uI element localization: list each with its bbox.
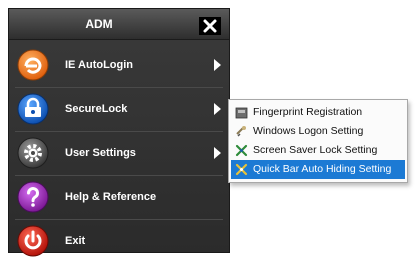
adm-menu-window: ADM IE AutoLogin SecureLock User Setting… (8, 8, 231, 257)
window-title: ADM (85, 17, 113, 31)
submenu-item-windows-logon-setting[interactable]: Windows Logon Setting (231, 122, 405, 141)
menu-item-securelock[interactable]: SecureLock (9, 88, 231, 130)
screen-saver-lock-icon (235, 144, 248, 157)
submenu-item-label: Screen Saver Lock Setting (253, 144, 378, 156)
help-icon (17, 181, 49, 213)
submenu-item-quick-bar-auto-hiding-setting[interactable]: Quick Bar Auto Hiding Setting (231, 160, 405, 179)
lock-icon (17, 93, 49, 125)
globe-icon (17, 49, 49, 81)
menu-item-ie-autologin[interactable]: IE AutoLogin (9, 44, 231, 86)
close-icon (203, 19, 217, 33)
menu-item-help-reference[interactable]: Help & Reference (9, 176, 231, 218)
menu-item-label: Exit (65, 235, 86, 247)
submenu-item-screen-saver-lock-setting[interactable]: Screen Saver Lock Setting (231, 141, 405, 160)
submenu-item-label: Quick Bar Auto Hiding Setting (253, 163, 392, 175)
chevron-right-icon (214, 59, 221, 71)
menu-item-label: Help & Reference (65, 191, 157, 203)
submenu-item-label: Windows Logon Setting (253, 125, 364, 137)
menu-item-label: IE AutoLogin (65, 59, 134, 71)
title-bar: ADM (9, 9, 229, 40)
securelock-submenu: Fingerprint Registration Windows Logon S… (228, 99, 408, 183)
quick-bar-icon (235, 163, 248, 176)
fingerprint-reader-icon (235, 107, 248, 119)
chevron-right-icon (214, 103, 221, 115)
windows-logon-icon (236, 126, 246, 137)
chevron-right-icon (214, 147, 221, 159)
close-button[interactable] (199, 17, 221, 35)
submenu-item-fingerprint-registration[interactable]: Fingerprint Registration (231, 103, 405, 122)
menu-item-label: SecureLock (65, 103, 128, 115)
gear-icon (17, 137, 49, 169)
power-icon (17, 225, 49, 257)
submenu-item-label: Fingerprint Registration (253, 106, 363, 118)
menu-item-user-settings[interactable]: User Settings (9, 132, 231, 174)
menu-item-label: User Settings (65, 147, 136, 159)
menu-item-exit[interactable]: Exit (9, 220, 231, 262)
